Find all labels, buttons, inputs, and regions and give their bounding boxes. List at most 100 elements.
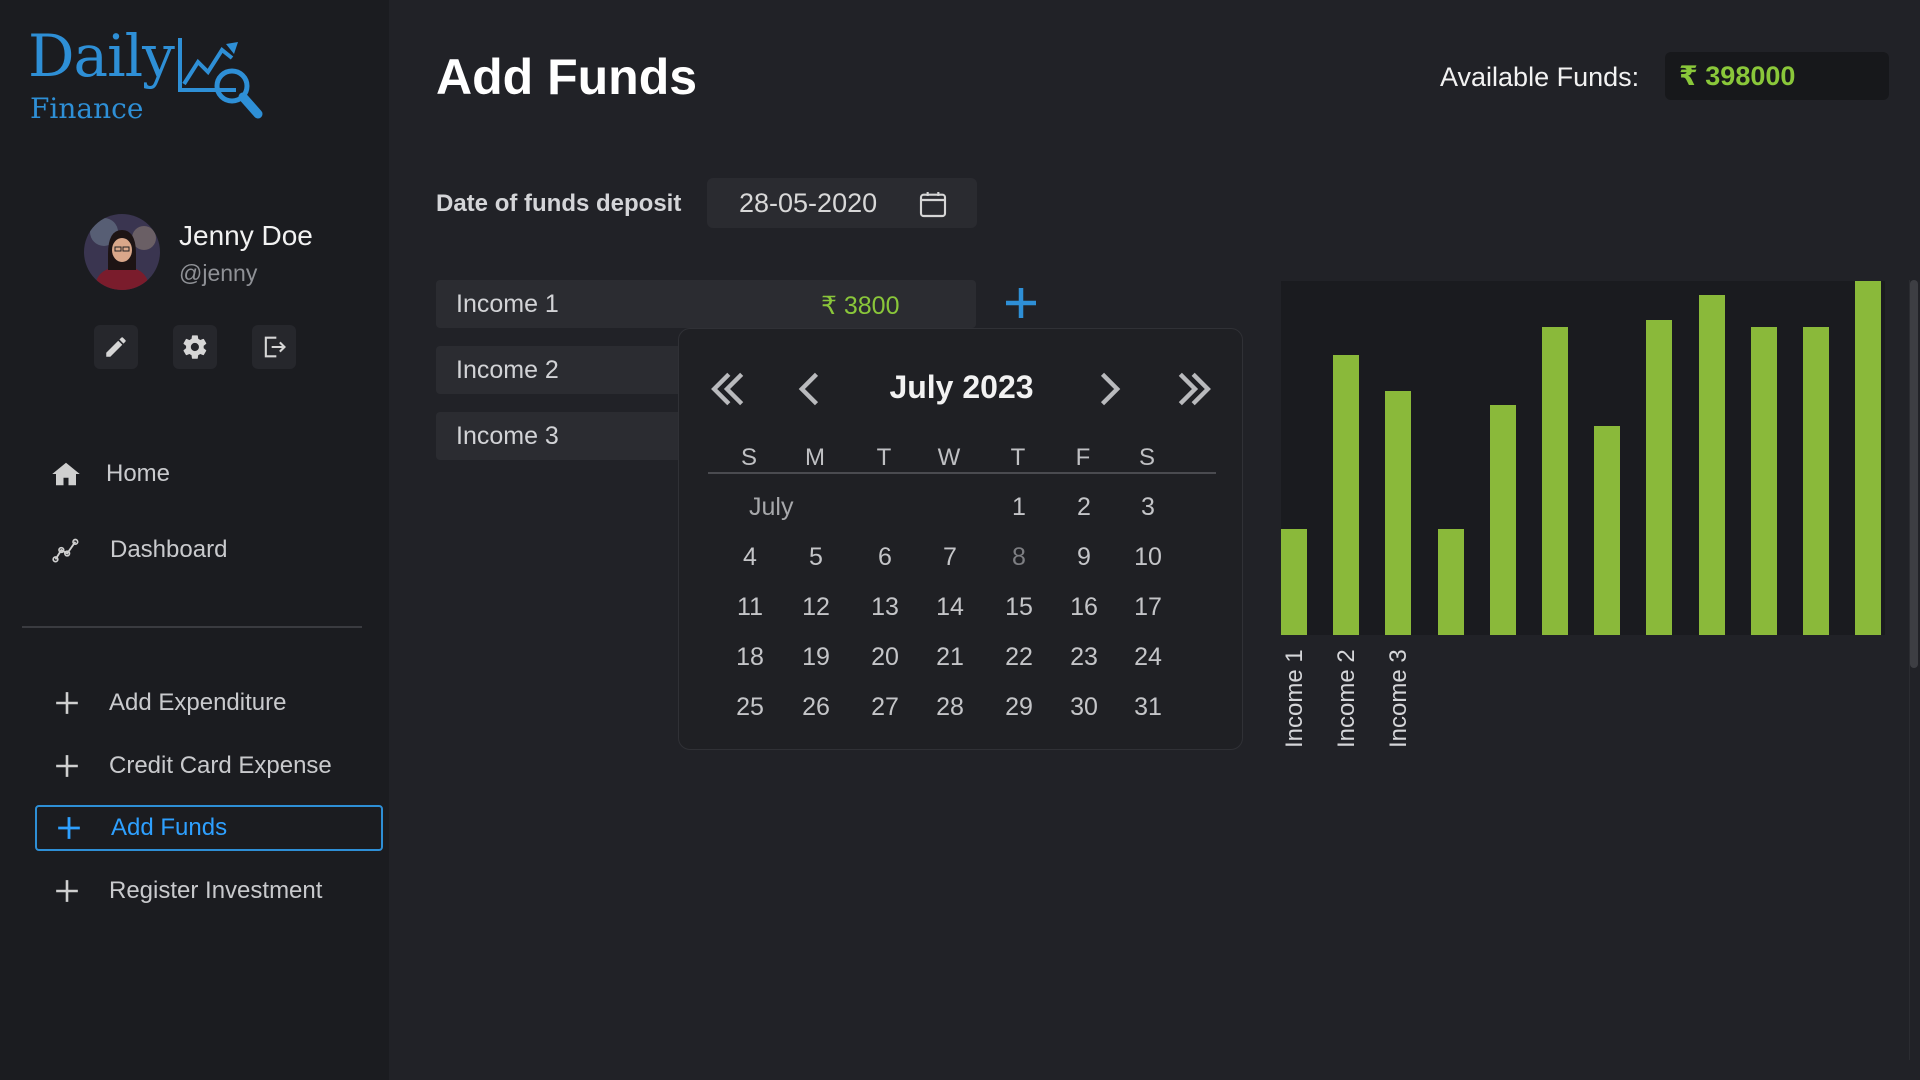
plus-icon <box>49 815 89 841</box>
weekday-divider <box>708 472 1216 474</box>
calendar-day[interactable]: 30 <box>1061 693 1107 722</box>
next-year-icon[interactable] <box>1173 367 1217 411</box>
calendar-day[interactable]: 21 <box>927 643 973 672</box>
chart-x-tick-label: Income 1 <box>1281 649 1308 748</box>
chart-bar[interactable] <box>1542 327 1568 635</box>
weekday-header: S <box>740 444 757 471</box>
calendar-day[interactable]: 28 <box>927 693 973 722</box>
deposit-date-label: Date of funds deposit <box>436 190 682 217</box>
calendar-day[interactable]: 9 <box>1061 543 1107 572</box>
logout-button[interactable] <box>252 325 296 369</box>
chart-bar[interactable] <box>1281 529 1307 635</box>
brand-name-daily: Daily <box>28 22 175 90</box>
calendar-day[interactable]: 20 <box>862 643 908 672</box>
income-row[interactable]: Income 1 ₹ 3800 <box>436 280 976 328</box>
available-funds-value: ₹ 398000 <box>1665 52 1889 100</box>
date-picker-popup: July 2023 SMTWTFS July 1 2 3 4 5 6 7 8 9 10 11 12 13… <box>678 328 1243 750</box>
chart-magnifier-icon <box>178 38 263 119</box>
deposit-date-input[interactable]: 28-05-2020 <box>707 178 977 228</box>
calendar-day[interactable]: 11 <box>727 593 773 622</box>
brand-name-finance: Finance <box>30 92 144 125</box>
menu-credit-card-expense-label: Credit Card Expense <box>109 752 332 779</box>
calendar-day[interactable]: 8 <box>996 543 1042 572</box>
brand-logo[interactable]: Daily Finance <box>28 22 288 132</box>
calendar-day[interactable]: 29 <box>996 693 1042 722</box>
plus-icon <box>47 878 87 904</box>
calendar-day[interactable]: 4 <box>727 543 773 572</box>
calendar-day[interactable]: 7 <box>927 543 973 572</box>
chart-bar[interactable] <box>1751 327 1777 635</box>
chart-bar[interactable] <box>1438 529 1464 635</box>
dashboard-icon <box>48 536 84 564</box>
next-month-icon[interactable] <box>1086 367 1130 411</box>
page-title: Add Funds <box>436 49 698 105</box>
calendar-day[interactable]: 3 <box>1125 493 1171 522</box>
sidebar-divider <box>22 626 362 628</box>
calendar-day[interactable]: 14 <box>927 593 973 622</box>
calendar-day[interactable]: 10 <box>1125 543 1171 572</box>
weekday-header: S <box>1138 444 1155 471</box>
calendar-day[interactable]: 31 <box>1125 693 1171 722</box>
calendar-day[interactable]: 23 <box>1061 643 1107 672</box>
nav-dashboard[interactable]: Dashboard <box>48 536 227 564</box>
nav-dashboard-label: Dashboard <box>110 536 228 563</box>
menu-credit-card-expense[interactable]: Credit Card Expense <box>35 743 383 789</box>
weekday-header: W <box>937 444 961 471</box>
avatar[interactable] <box>84 214 160 290</box>
calendar-day[interactable]: 24 <box>1125 643 1171 672</box>
weekday-header: M <box>805 444 825 471</box>
calendar-day[interactable]: 26 <box>793 693 839 722</box>
user-handle: @jenny <box>179 260 258 286</box>
calendar-day[interactable]: 6 <box>862 543 908 572</box>
menu-register-investment[interactable]: Register Investment <box>35 868 383 914</box>
calendar-month-title[interactable]: July 2023 <box>679 369 1244 406</box>
chart-bar[interactable] <box>1594 426 1620 635</box>
chart-bar[interactable] <box>1699 295 1725 635</box>
chart-x-tick-label: Income 2 <box>1333 649 1360 748</box>
calendar-day[interactable]: 16 <box>1061 593 1107 622</box>
chart-x-tick-label: Income 3 <box>1385 649 1412 748</box>
nav-home[interactable]: Home <box>48 460 170 488</box>
calendar-day[interactable]: 15 <box>996 593 1042 622</box>
calendar-day[interactable]: 17 <box>1125 593 1171 622</box>
calendar-day[interactable]: 22 <box>996 643 1042 672</box>
chart-bar[interactable] <box>1803 327 1829 635</box>
add-income-button[interactable] <box>1003 285 1039 321</box>
income-label: Income 1 <box>456 289 559 318</box>
available-funds-label: Available Funds: <box>1440 62 1640 92</box>
menu-add-funds[interactable]: Add Funds <box>35 805 383 851</box>
nav-home-label: Home <box>106 460 171 487</box>
calendar-day[interactable]: 18 <box>727 643 773 672</box>
menu-add-expenditure[interactable]: Add Expenditure <box>35 680 383 726</box>
weekday-header: T <box>1010 444 1026 471</box>
calendar-month-label: July <box>749 493 794 521</box>
settings-button[interactable] <box>173 325 217 369</box>
calendar-day[interactable]: 13 <box>862 593 908 622</box>
chart-bar[interactable] <box>1385 391 1411 635</box>
scrollbar-thumb[interactable] <box>1910 280 1918 668</box>
calendar-day[interactable]: 27 <box>862 693 908 722</box>
chart-bar[interactable] <box>1490 405 1516 635</box>
menu-add-expenditure-label: Add Expenditure <box>109 689 287 716</box>
calendar-day[interactable]: 12 <box>793 593 839 622</box>
calendar-day[interactable]: 25 <box>727 693 773 722</box>
calendar-day[interactable]: 19 <box>793 643 839 672</box>
income-label: Income 2 <box>456 355 559 384</box>
plus-icon <box>47 753 87 779</box>
weekday-header: T <box>876 444 892 471</box>
calendar-day[interactable]: 2 <box>1061 493 1107 522</box>
income-amount[interactable]: ₹ 3800 <box>821 291 899 321</box>
chart-bar[interactable] <box>1855 281 1881 635</box>
chart-bar[interactable] <box>1646 320 1672 635</box>
plus-icon <box>47 690 87 716</box>
home-icon <box>48 460 84 488</box>
calendar-icon[interactable] <box>917 188 949 220</box>
calendar-day[interactable]: 1 <box>996 493 1042 522</box>
chart-bar[interactable] <box>1333 355 1359 635</box>
income-label: Income 3 <box>456 421 559 450</box>
income-chart <box>1281 281 1885 635</box>
menu-add-funds-label: Add Funds <box>111 814 228 841</box>
calendar-day[interactable]: 5 <box>793 543 839 572</box>
weekday-header: F <box>1075 444 1091 471</box>
edit-profile-button[interactable] <box>94 325 138 369</box>
